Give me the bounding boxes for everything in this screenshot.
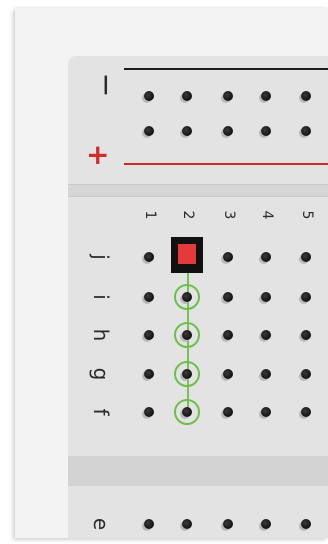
positive-rail-hole-3[interactable] xyxy=(223,126,233,136)
hole-i5[interactable] xyxy=(301,292,311,302)
connected-hole-f2[interactable] xyxy=(174,399,200,425)
negative-rail-hole-5[interactable] xyxy=(301,91,311,101)
hole-e3[interactable] xyxy=(223,519,233,529)
hole-h2 xyxy=(182,330,192,340)
hole-i1[interactable] xyxy=(144,292,154,302)
hole-h4[interactable] xyxy=(261,330,271,340)
row-label-e: e xyxy=(89,517,113,531)
row-label-i: i xyxy=(89,294,113,300)
hole-i2 xyxy=(182,292,192,302)
row-label-h: h xyxy=(89,328,113,342)
hole-f2 xyxy=(182,407,192,417)
positive-rail-hole-2[interactable] xyxy=(182,126,192,136)
hole-i3[interactable] xyxy=(223,292,233,302)
hole-g4[interactable] xyxy=(261,369,271,379)
row-label-g: g xyxy=(89,367,113,381)
hole-f5[interactable] xyxy=(301,407,311,417)
row-label-f: f xyxy=(89,408,113,416)
hole-h1[interactable] xyxy=(144,330,154,340)
hole-g5[interactable] xyxy=(301,369,311,379)
hole-j4[interactable] xyxy=(261,252,271,262)
hole-j5[interactable] xyxy=(301,252,311,262)
negative-rail-label: − xyxy=(88,72,124,98)
hole-f4[interactable] xyxy=(261,407,271,417)
hole-j1[interactable] xyxy=(144,252,154,262)
hole-h5[interactable] xyxy=(301,330,311,340)
selected-hole-j2[interactable] xyxy=(171,237,203,273)
negative-rail-line xyxy=(124,68,328,70)
negative-rail-hole-4[interactable] xyxy=(261,91,271,101)
center-channel xyxy=(68,456,328,486)
column-label-5: 5 xyxy=(299,210,315,220)
hole-e5[interactable] xyxy=(301,519,311,529)
hole-f1[interactable] xyxy=(144,407,154,417)
hole-j3[interactable] xyxy=(223,252,233,262)
positive-rail-line xyxy=(124,163,328,165)
hole-e2[interactable] xyxy=(182,519,192,529)
negative-rail-hole-3[interactable] xyxy=(223,91,233,101)
positive-rail-hole-1[interactable] xyxy=(144,126,154,136)
connected-hole-g2[interactable] xyxy=(174,361,200,387)
positive-rail-label: + xyxy=(86,138,110,171)
negative-rail-hole-1[interactable] xyxy=(144,91,154,101)
negative-rail-hole-2[interactable] xyxy=(182,91,192,101)
positive-rail-hole-4[interactable] xyxy=(261,126,271,136)
column-label-3: 3 xyxy=(221,210,237,220)
column-label-1: 1 xyxy=(142,210,158,220)
row-label-j: j xyxy=(89,254,113,260)
selected-marker xyxy=(178,244,196,264)
column-label-4: 4 xyxy=(259,210,275,220)
column-label-2: 2 xyxy=(180,210,196,220)
rail-separator xyxy=(68,184,328,197)
hole-g2 xyxy=(182,369,192,379)
hole-h3[interactable] xyxy=(223,330,233,340)
connected-hole-i2[interactable] xyxy=(174,284,200,310)
positive-rail-hole-5[interactable] xyxy=(301,126,311,136)
hole-e1[interactable] xyxy=(144,519,154,529)
hole-i4[interactable] xyxy=(261,292,271,302)
hole-e4[interactable] xyxy=(261,519,271,529)
hole-f3[interactable] xyxy=(223,407,233,417)
hole-g3[interactable] xyxy=(223,369,233,379)
hole-g1[interactable] xyxy=(144,369,154,379)
connected-hole-h2[interactable] xyxy=(174,322,200,348)
